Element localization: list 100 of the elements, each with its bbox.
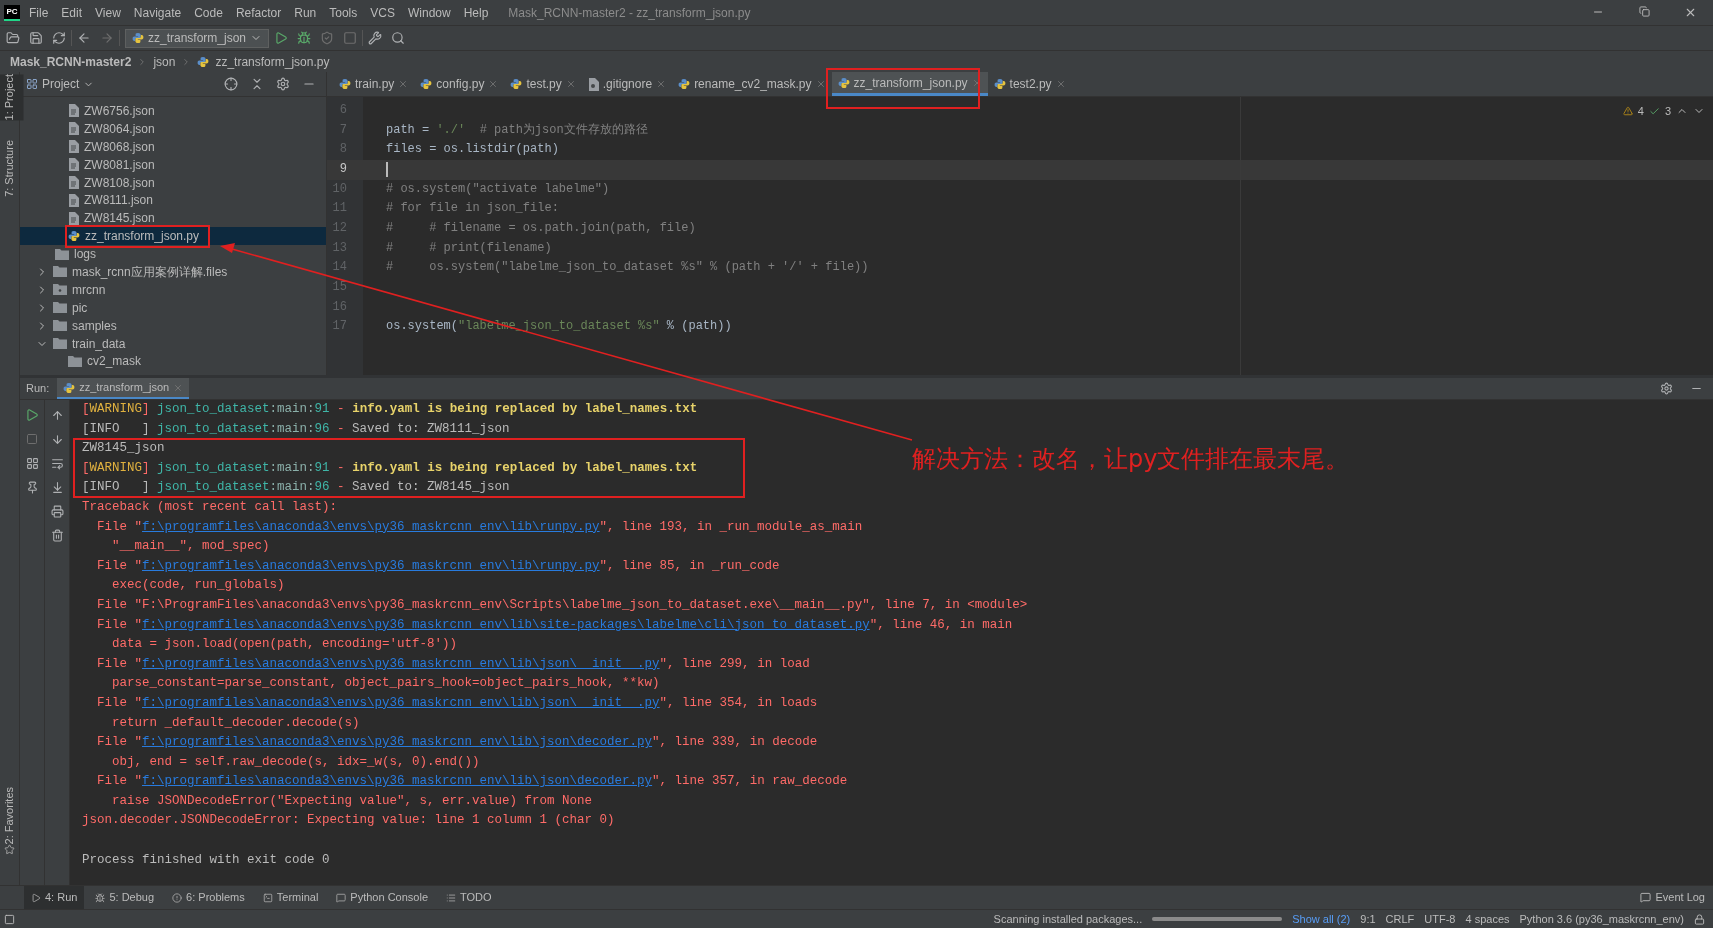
python-file-icon [420,78,433,90]
code-line: # for file in json_file: [385,200,560,218]
json-file-icon [68,140,79,154]
editor-tab[interactable]: test2.py [987,72,1072,96]
text-cursor [386,162,388,178]
console-line: [WARNING] json_to_dataset:main:91 - info.yaml is being replaced by label_names.txt [82,401,698,418]
tree-item[interactable]: samples [20,316,326,335]
panel-title[interactable]: Project [42,75,80,93]
console-line: obj, end = self.raw_decode(s, idx=_w(s, 0).end()) [111,753,480,771]
breadcrumb-item[interactable]: Mask_RCNN-master2 [10,52,132,71]
python-file-icon [678,78,691,90]
menu-item[interactable]: Navigate [133,3,182,22]
file-link[interactable]: f:\programfiles\anaconda3\envs\py36_maskrcnn_env\lib\runpy.py [142,558,600,573]
menu-item[interactable]: VCS [370,3,395,22]
menu-item[interactable]: Refactor [235,3,282,22]
editor-tab[interactable]: config.py [414,72,505,96]
console-line: json.decoder.JSONDecodeError: Expecting value: line 1 column 1 (char 0) [82,812,615,830]
background-task: Scanning installed packages... [993,911,1143,927]
menu-item[interactable]: View [95,3,121,22]
file-link[interactable]: f:\programfiles\anaconda3\envs\py36_maskrcnn_env\lib\runpy.py [142,519,600,534]
file-link[interactable]: f:\programfiles\anaconda3\envs\py36_maskrcnn_env\lib\json\decoder.py [142,774,653,789]
tree-item[interactable]: train_data [20,334,326,353]
tool-window-button[interactable]: Python Console [329,886,436,909]
breadcrumb-item[interactable]: json [153,52,176,71]
restore-icon[interactable] [1638,6,1650,17]
run-config-dropdown[interactable]: zz_transform_json [125,28,270,48]
terminal-icon [262,892,273,903]
editor-tab[interactable]: zz_transform_json.py [831,72,988,96]
code-line: # os.system("labelme_json_to_dataset %s" % (path + '/' + file)) [385,259,870,277]
editor-tab[interactable]: test.py [504,72,582,96]
json-file-icon [68,193,79,207]
menu-item[interactable]: Window [407,3,451,22]
menu-item[interactable]: Run [294,3,317,22]
console-line: File "f:\programfiles\anaconda3\envs\py36_maskrcnn_env\lib\runpy.py", line 85, in _run_code [96,557,780,575]
line-separator[interactable]: CRLF [1385,910,1415,928]
tree-item[interactable]: mask_rcnn应用案例详解.files [20,263,326,281]
event-log-button[interactable]: Event Log [1632,889,1713,906]
file-link[interactable]: f:\programfiles\anaconda3\envs\py36_maskrcnn_env\lib\json\__init__.py [142,656,660,671]
tool-window-button[interactable]: Terminal [255,886,326,909]
console-line: ZW8145_json [82,440,165,458]
console-line: File "f:\programfiles\anaconda3\envs\py36_maskrcnn_env\lib\json\__init__.py", line 299, in load [96,655,810,673]
folder-icon [53,338,67,349]
editor-tab[interactable]: rename_cv2_mask.py [672,72,832,96]
json-file-icon [68,176,79,189]
tree-item[interactable]: logs [20,245,326,263]
tool-window-button[interactable]: 5: Debug [88,886,162,909]
editor-tab[interactable]: train.py [333,72,415,96]
line-number: 9 [327,159,363,180]
tree-item[interactable]: ZW8145.json [20,209,326,228]
console-line: Process finished with exit code 0 [82,851,330,869]
console-line: Traceback (most recent call last): [82,498,338,516]
interpreter[interactable]: Python 3.6 (py36_maskrcnn_env) [1519,910,1684,928]
python-file-icon [197,55,210,68]
run-tab[interactable]: zz_transform_json [57,378,190,399]
tool-window-tab[interactable]: 2: Favorites [0,786,22,844]
tree-item[interactable]: mrcnn [20,280,326,299]
tree-item[interactable]: cv2_mask [20,352,326,371]
menu-item[interactable]: Edit [61,3,83,22]
console-line: File "F:\ProgramFiles\anaconda3\envs\py36_maskrcnn_env\Scripts\labelme_json_to_dataset.exe\__main__.py", line 7, in <module> [96,596,1028,614]
menu-item[interactable]: Help [463,3,489,22]
file-encoding[interactable]: UTF-8 [1424,910,1456,928]
tree-item[interactable]: ZW8064.json [20,119,326,138]
favorites-icon [4,844,15,855]
console-line: [WARNING] json_to_dataset:main:91 - info.yaml is being replaced by label_names.txt [82,459,698,477]
tool-window-button[interactable]: TODO [439,886,499,909]
folder-icon [68,355,82,367]
indent-setting[interactable]: 4 spaces [1465,910,1510,928]
console-line: File "f:\programfiles\anaconda3\envs\py36_maskrcnn_env\lib\site-packages\labelme\cli\json_to_dataset.py", line 46, in main [96,616,1013,634]
event-log-icon [1640,892,1652,903]
console-line: raise JSONDecodeError("Expecting value", s, err.value) from None [111,792,593,810]
close-tab-icon [565,79,576,89]
window-title: Mask_RCNN-master2 - zz_transform_json.py [508,4,751,22]
caret-position[interactable]: 9:1 [1360,910,1376,928]
json-file-icon [68,122,79,136]
file-link[interactable]: f:\programfiles\anaconda3\envs\py36_maskrcnn_env\lib\json\__init__.py [142,695,660,710]
console-line: exec(code, run_globals) [111,577,285,595]
console-line: [INFO ] json_to_dataset:main:96 - Saved to: ZW8111_json [82,420,510,438]
console-line: return _default_decoder.decode(s) [111,714,360,732]
file-link[interactable]: f:\programfiles\anaconda3\envs\py36_maskrcnn_env\lib\site-packages\labelme\cli\json_to_dataset.py [142,617,870,632]
tool-window-button[interactable]: 6: Problems [165,886,252,909]
console-line: File "f:\programfiles\anaconda3\envs\py36_maskrcnn_env\lib\json\decoder.py", line 357, in raw_decode [96,773,848,791]
editor-tab[interactable]: .gitignore [581,72,673,96]
tool-window-tab[interactable]: 1: Project [0,74,24,121]
show-all-link[interactable]: Show all (2) [1292,910,1351,928]
breadcrumb-item[interactable]: zz_transform_json.py [215,52,330,71]
tree-item[interactable]: pic [20,298,326,317]
app-logo: PC [4,4,20,21]
file-link[interactable]: f:\programfiles\anaconda3\envs\py36_maskrcnn_env\lib\json\decoder.py [142,735,653,750]
folder-icon [53,302,67,314]
check-count[interactable]: 3 [1664,103,1671,120]
menu-item[interactable]: File [29,3,49,22]
menu-item[interactable]: Code [194,3,223,22]
python-file-icon [63,381,76,394]
debug-icon [95,892,106,903]
python-file-icon [132,32,144,44]
tool-window-button[interactable]: 4: Run [24,886,85,909]
menu-item[interactable]: Tools [329,3,358,22]
close-tab-icon [656,79,667,89]
tree-item[interactable]: zz_transform_json.py [20,227,326,246]
warning-count[interactable]: 4 [1637,103,1644,120]
